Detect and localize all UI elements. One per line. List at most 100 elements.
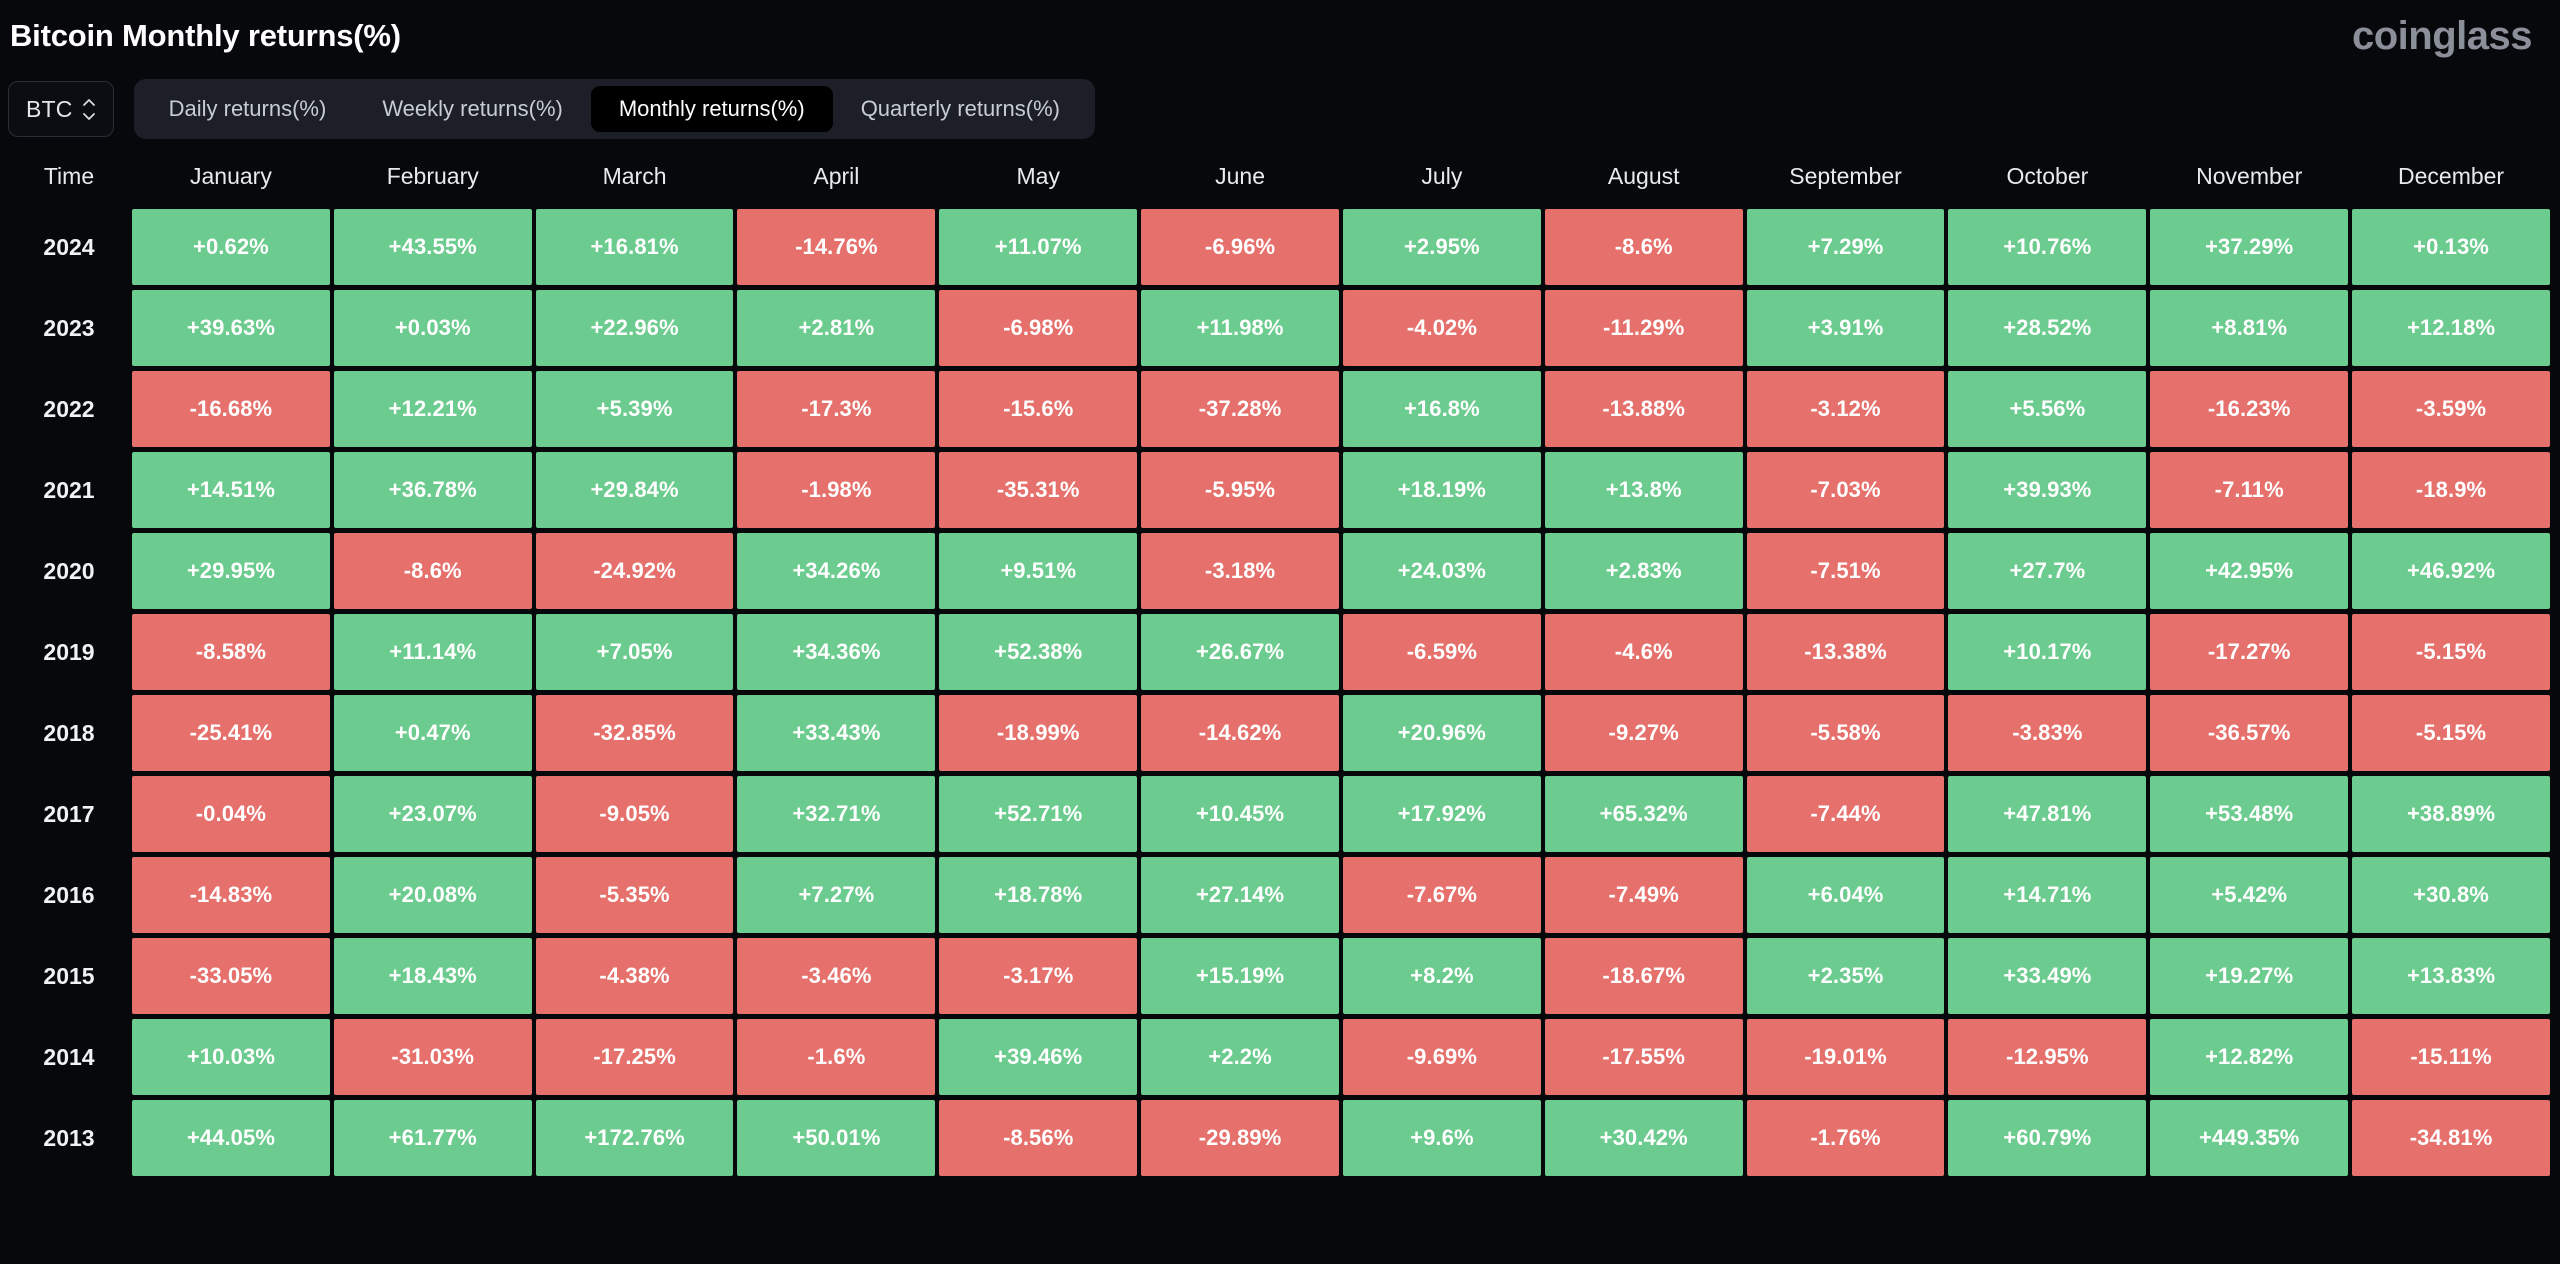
return-cell[interactable]: -15.6% xyxy=(939,371,1138,447)
return-cell[interactable]: +23.07% xyxy=(333,776,532,852)
return-cell[interactable]: -31.03% xyxy=(333,1019,532,1095)
return-cell[interactable]: +29.84% xyxy=(535,452,734,528)
return-cell[interactable]: -9.05% xyxy=(535,776,734,852)
return-cell[interactable]: +30.8% xyxy=(2352,857,2550,933)
return-cell[interactable]: -0.04% xyxy=(132,776,330,852)
return-cell[interactable]: +12.18% xyxy=(2352,290,2550,366)
return-cell[interactable]: -7.11% xyxy=(2150,452,2349,528)
return-cell[interactable]: +2.83% xyxy=(1544,533,1743,609)
return-cell[interactable]: +18.19% xyxy=(1342,452,1541,528)
return-cell[interactable]: +18.43% xyxy=(333,938,532,1014)
return-cell[interactable]: +10.17% xyxy=(1948,614,2147,690)
return-cell[interactable]: -34.81% xyxy=(2352,1100,2550,1176)
return-cell[interactable]: +43.55% xyxy=(333,209,532,285)
return-cell[interactable]: -5.15% xyxy=(2352,614,2550,690)
return-cell[interactable]: -4.02% xyxy=(1342,290,1541,366)
return-cell[interactable]: -16.68% xyxy=(132,371,330,447)
return-cell[interactable]: +52.71% xyxy=(939,776,1138,852)
return-cell[interactable]: +37.29% xyxy=(2150,209,2349,285)
return-cell[interactable]: -17.55% xyxy=(1544,1019,1743,1095)
return-cell[interactable]: +2.81% xyxy=(737,290,936,366)
return-cell[interactable]: +27.14% xyxy=(1141,857,1339,933)
return-cell[interactable]: -17.25% xyxy=(535,1019,734,1095)
return-cell[interactable]: +0.13% xyxy=(2352,209,2550,285)
return-cell[interactable]: -8.6% xyxy=(1544,209,1743,285)
return-cell[interactable]: +2.2% xyxy=(1141,1019,1339,1095)
return-cell[interactable]: -13.38% xyxy=(1746,614,1945,690)
return-cell[interactable]: -16.23% xyxy=(2150,371,2349,447)
return-cell[interactable]: +9.51% xyxy=(939,533,1138,609)
return-cell[interactable]: +16.8% xyxy=(1342,371,1541,447)
return-cell[interactable]: +39.93% xyxy=(1948,452,2147,528)
return-cell[interactable]: +11.07% xyxy=(939,209,1138,285)
return-cell[interactable]: +19.27% xyxy=(2150,938,2349,1014)
return-cell[interactable]: -8.56% xyxy=(939,1100,1138,1176)
return-cell[interactable]: -7.49% xyxy=(1544,857,1743,933)
return-cell[interactable]: +65.32% xyxy=(1544,776,1743,852)
tab-weekly-returns[interactable]: Weekly returns(%) xyxy=(354,86,591,132)
return-cell[interactable]: -12.95% xyxy=(1948,1019,2147,1095)
return-cell[interactable]: +53.48% xyxy=(2150,776,2349,852)
return-cell[interactable]: +5.42% xyxy=(2150,857,2349,933)
return-cell[interactable]: +36.78% xyxy=(333,452,532,528)
return-cell[interactable]: -18.9% xyxy=(2352,452,2550,528)
return-cell[interactable]: +30.42% xyxy=(1544,1100,1743,1176)
return-cell[interactable]: +28.52% xyxy=(1948,290,2147,366)
return-cell[interactable]: -33.05% xyxy=(132,938,330,1014)
return-cell[interactable]: +449.35% xyxy=(2150,1100,2349,1176)
return-cell[interactable]: +10.03% xyxy=(132,1019,330,1095)
return-cell[interactable]: -5.95% xyxy=(1141,452,1339,528)
return-cell[interactable]: -19.01% xyxy=(1746,1019,1945,1095)
return-cell[interactable]: +50.01% xyxy=(737,1100,936,1176)
tab-quarterly-returns[interactable]: Quarterly returns(%) xyxy=(833,86,1088,132)
return-cell[interactable]: -7.03% xyxy=(1746,452,1945,528)
return-cell[interactable]: +13.8% xyxy=(1544,452,1743,528)
return-cell[interactable]: -17.3% xyxy=(737,371,936,447)
return-cell[interactable]: +12.21% xyxy=(333,371,532,447)
return-cell[interactable]: -8.58% xyxy=(132,614,330,690)
return-cell[interactable]: +33.43% xyxy=(737,695,936,771)
return-cell[interactable]: +24.03% xyxy=(1342,533,1541,609)
return-cell[interactable]: -14.83% xyxy=(132,857,330,933)
return-cell[interactable]: -9.27% xyxy=(1544,695,1743,771)
return-cell[interactable]: -18.99% xyxy=(939,695,1138,771)
return-cell[interactable]: -1.76% xyxy=(1746,1100,1945,1176)
return-cell[interactable]: +33.49% xyxy=(1948,938,2147,1014)
return-cell[interactable]: +32.71% xyxy=(737,776,936,852)
return-cell[interactable]: +60.79% xyxy=(1948,1100,2147,1176)
return-cell[interactable]: -6.59% xyxy=(1342,614,1541,690)
return-cell[interactable]: -3.83% xyxy=(1948,695,2147,771)
return-cell[interactable]: +7.27% xyxy=(737,857,936,933)
return-cell[interactable]: +0.47% xyxy=(333,695,532,771)
return-cell[interactable]: -7.67% xyxy=(1342,857,1541,933)
return-cell[interactable]: +11.14% xyxy=(333,614,532,690)
return-cell[interactable]: +172.76% xyxy=(535,1100,734,1176)
return-cell[interactable]: +0.03% xyxy=(333,290,532,366)
return-cell[interactable]: -8.6% xyxy=(333,533,532,609)
return-cell[interactable]: +0.62% xyxy=(132,209,330,285)
symbol-selector[interactable]: BTC xyxy=(8,81,114,137)
return-cell[interactable]: +44.05% xyxy=(132,1100,330,1176)
return-cell[interactable]: +8.2% xyxy=(1342,938,1541,1014)
return-cell[interactable]: -1.6% xyxy=(737,1019,936,1095)
return-cell[interactable]: -1.98% xyxy=(737,452,936,528)
return-cell[interactable]: +16.81% xyxy=(535,209,734,285)
return-cell[interactable]: -11.29% xyxy=(1544,290,1743,366)
return-cell[interactable]: -37.28% xyxy=(1141,371,1339,447)
return-cell[interactable]: +39.46% xyxy=(939,1019,1138,1095)
return-cell[interactable]: +14.51% xyxy=(132,452,330,528)
return-cell[interactable]: +10.76% xyxy=(1948,209,2147,285)
return-cell[interactable]: -24.92% xyxy=(535,533,734,609)
return-cell[interactable]: +18.78% xyxy=(939,857,1138,933)
return-cell[interactable]: -32.85% xyxy=(535,695,734,771)
return-cell[interactable]: +3.91% xyxy=(1746,290,1945,366)
return-cell[interactable]: -6.96% xyxy=(1141,209,1339,285)
return-cell[interactable]: +46.92% xyxy=(2352,533,2550,609)
return-cell[interactable]: +8.81% xyxy=(2150,290,2349,366)
return-cell[interactable]: +7.29% xyxy=(1746,209,1945,285)
return-cell[interactable]: +10.45% xyxy=(1141,776,1339,852)
return-cell[interactable]: -18.67% xyxy=(1544,938,1743,1014)
return-cell[interactable]: +20.08% xyxy=(333,857,532,933)
return-cell[interactable]: -25.41% xyxy=(132,695,330,771)
return-cell[interactable]: +13.83% xyxy=(2352,938,2550,1014)
